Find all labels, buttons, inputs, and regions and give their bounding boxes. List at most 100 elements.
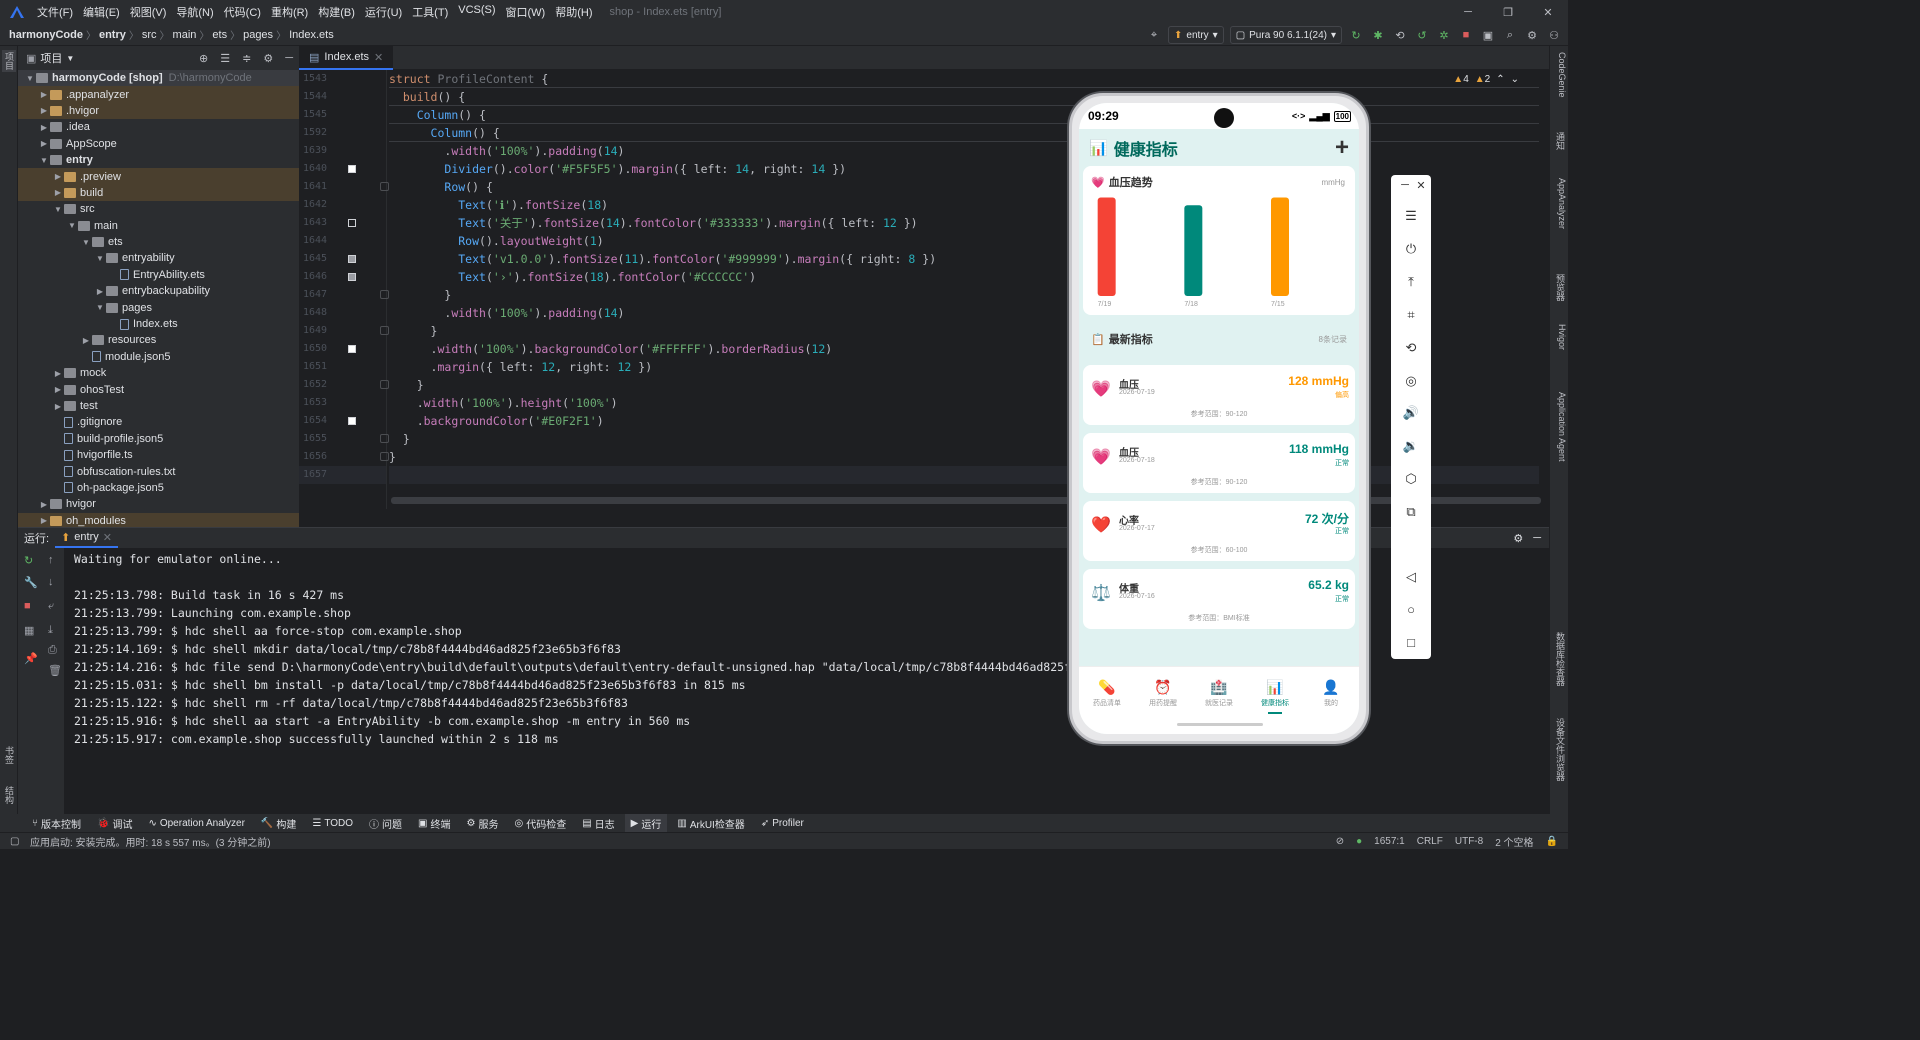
breadcrumb-item[interactable]: main: [170, 29, 200, 41]
volume-up-icon[interactable]: 🔊: [1391, 405, 1431, 421]
chevron-right-icon[interactable]: ▶: [52, 402, 64, 411]
account-icon[interactable]: ⚇: [1546, 27, 1562, 43]
stop-icon[interactable]: ■: [1458, 27, 1474, 43]
breadcrumb-item[interactable]: harmonyCode: [6, 29, 86, 41]
line-number[interactable]: 1647: [303, 286, 327, 304]
nav-recents-icon[interactable]: □: [1391, 635, 1431, 650]
breadcrumb-item[interactable]: Index.ets: [286, 29, 337, 41]
chevron-right-icon[interactable]: ▶: [52, 172, 64, 181]
tree-item[interactable]: .gitignore: [18, 414, 299, 430]
tree-item[interactable]: module.json5: [18, 349, 299, 365]
minimize-icon[interactable]: ─: [1448, 0, 1488, 24]
menu-item[interactable]: 工具(T): [407, 4, 453, 20]
metric-card[interactable]: ⚖️ 体重 2026-07-16 65.2 kg 正常 参考范围：BMI标准: [1083, 569, 1355, 629]
tree-item[interactable]: ▼ main: [18, 218, 299, 234]
profile-icon[interactable]: ✲: [1436, 27, 1452, 43]
nav-home-icon[interactable]: ○: [1391, 602, 1431, 617]
line-number[interactable]: 1650: [303, 340, 327, 358]
tab-item[interactable]: 👤 我的: [1303, 667, 1359, 734]
upload-icon[interactable]: ⤒: [1391, 274, 1431, 290]
panel-settings-icon[interactable]: ⚙: [263, 52, 273, 65]
fold-marker-icon[interactable]: [380, 434, 389, 443]
breadcrumb-item[interactable]: entry: [96, 29, 129, 41]
menu-item[interactable]: 代码(C): [219, 4, 266, 20]
device-manager-icon[interactable]: ▣: [1480, 27, 1496, 43]
tree-item[interactable]: EntryAbility.ets: [18, 267, 299, 283]
bottom-tool-button[interactable]: ⚙ 服务: [461, 814, 505, 832]
hide-run-panel-icon[interactable]: ─: [1533, 532, 1549, 544]
tree-item[interactable]: ▼ entryability: [18, 250, 299, 266]
tree-item[interactable]: ▼ src: [18, 201, 299, 217]
line-number[interactable]: 1639: [303, 142, 327, 160]
restore-layout-icon[interactable]: ▦: [24, 624, 34, 637]
fold-marker-icon[interactable]: [380, 290, 389, 299]
line-number[interactable]: 1544: [303, 88, 327, 106]
console-output[interactable]: Waiting for emulator online... 21:25:13.7…: [74, 550, 1126, 748]
nav-back-icon[interactable]: ◁: [1391, 569, 1431, 585]
chevron-right-icon[interactable]: ▶: [38, 139, 50, 148]
right-tool-tab[interactable]: Application Agent: [1553, 392, 1567, 462]
chevron-down-icon[interactable]: ▼: [94, 254, 106, 263]
settings-icon[interactable]: ⚙: [1524, 27, 1540, 43]
menu-item[interactable]: 文件(F): [32, 4, 78, 20]
expand-all-icon[interactable]: ☰: [220, 52, 230, 65]
bottom-tool-button[interactable]: ⓘ 问题: [363, 814, 408, 832]
bottom-tool-button[interactable]: ∿ Operation Analyzer: [142, 814, 250, 832]
collapse-all-icon[interactable]: ≑: [242, 52, 251, 65]
line-separator[interactable]: CRLF: [1417, 836, 1443, 847]
project-tool-tab[interactable]: 项目: [2, 50, 16, 72]
tree-item[interactable]: ▼ harmonyCode [shop] D:\harmonyCode: [18, 70, 299, 87]
line-number[interactable]: 1652: [303, 376, 327, 394]
tree-item[interactable]: ▶ build: [18, 184, 299, 202]
close-tab-icon[interactable]: ✕: [374, 51, 383, 64]
line-number[interactable]: 1643: [303, 214, 327, 232]
status-message[interactable]: 应用启动: 安装完成。用时: 18 s 557 ms。(3 分钟之前): [30, 834, 271, 849]
locate-file-icon[interactable]: ⊕: [199, 52, 208, 65]
tree-item[interactable]: obfuscation-rules.txt: [18, 463, 299, 479]
bottom-tool-button[interactable]: ⑂ 版本控制: [26, 814, 87, 832]
emu-close-icon[interactable]: ✕: [1401, 179, 1441, 192]
tree-item[interactable]: ▼ ets: [18, 234, 299, 250]
tree-item[interactable]: ▶ resources: [18, 332, 299, 348]
bottom-tool-button[interactable]: ◎ 代码检查: [508, 814, 572, 832]
device-selector[interactable]: ▢ Pura 90 6.1.1(24) ▾: [1229, 26, 1342, 44]
line-number[interactable]: 1644: [303, 232, 327, 250]
tree-item[interactable]: ▶ mock: [18, 365, 299, 381]
chevron-right-icon[interactable]: ▶: [38, 516, 50, 525]
tab-item[interactable]: 💊 药品清单: [1079, 667, 1135, 734]
line-number[interactable]: 1645: [303, 250, 327, 268]
locate-icon[interactable]: ⌖: [1146, 27, 1162, 43]
apply-changes-icon[interactable]: ↺: [1414, 27, 1430, 43]
scroll-to-end-icon[interactable]: ⤓: [48, 624, 53, 637]
rerun-icon[interactable]: ↻: [24, 554, 33, 567]
fold-marker-icon[interactable]: [380, 380, 389, 389]
chevron-right-icon[interactable]: ▶: [38, 90, 50, 99]
chart-bar[interactable]: [1184, 205, 1203, 296]
rerun-icon[interactable]: ↻: [1348, 27, 1364, 43]
code-line[interactable]: struct ProfileContent {: [389, 70, 1539, 88]
debug-icon[interactable]: ✱: [1370, 27, 1386, 43]
bottom-tool-button[interactable]: ▶ 运行: [624, 814, 668, 832]
right-tool-tab[interactable]: CodeGenie: [1553, 52, 1567, 98]
breadcrumb-item[interactable]: src: [139, 29, 160, 41]
tree-item[interactable]: ▶ ohosTest: [18, 381, 299, 397]
line-number[interactable]: 1655: [303, 430, 327, 448]
fold-marker-icon[interactable]: [380, 326, 389, 335]
chart-bar[interactable]: [1097, 197, 1116, 296]
chevron-down-icon[interactable]: ▼: [80, 238, 92, 247]
line-number[interactable]: 1649: [303, 322, 327, 340]
line-number[interactable]: 1641: [303, 178, 327, 196]
breadcrumb-item[interactable]: pages: [240, 29, 276, 41]
line-number[interactable]: 1651: [303, 358, 327, 376]
menu-item[interactable]: 帮助(H): [550, 4, 597, 20]
line-number[interactable]: 1648: [303, 304, 327, 322]
metric-card[interactable]: ❤️ 心率 2026-07-17 72 次/分 正常 参考范围：60-100: [1083, 501, 1355, 561]
color-swatch-icon[interactable]: [348, 219, 356, 227]
right-tool-tab[interactable]: Hvigor: [1553, 324, 1567, 350]
bottom-tool-button[interactable]: ▥ ArkUI检查器: [671, 814, 750, 832]
line-number[interactable]: 1592: [303, 124, 327, 142]
metric-card[interactable]: 💗 血压 2026-07-19 128 mmHg 偏高 参考范围：90-120: [1083, 365, 1355, 425]
tree-item[interactable]: ▶ .appanalyzer: [18, 86, 299, 103]
fold-marker-icon[interactable]: [380, 452, 389, 461]
rotate-icon[interactable]: ⟲: [1391, 340, 1431, 356]
